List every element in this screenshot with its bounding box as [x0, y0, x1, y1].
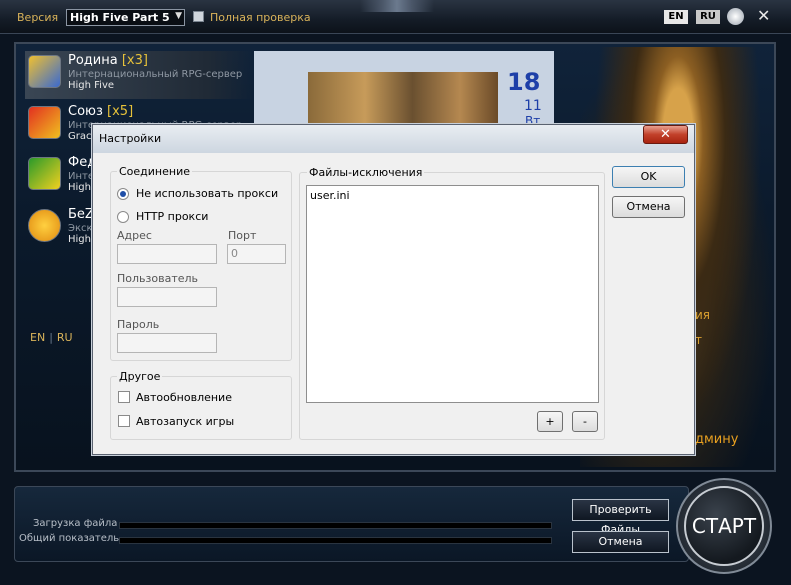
server-description: Экск [68, 223, 93, 234]
close-icon[interactable]: ✕ [757, 7, 770, 25]
news-day: 18 [507, 68, 541, 96]
dialog-close-button[interactable]: ✕ [643, 125, 688, 144]
lang-switch: EN | RU [30, 331, 73, 344]
server-version: High Five [68, 80, 115, 91]
dialog-title: Настройки [99, 132, 162, 145]
address-label: Адрес [117, 229, 152, 242]
remove-file-button[interactable]: - [572, 411, 598, 432]
side-menu-item[interactable]: т [695, 333, 702, 347]
user-label: Пользователь [117, 272, 199, 285]
add-file-button[interactable]: + [537, 411, 563, 432]
settings-icon[interactable] [727, 8, 744, 25]
autostart-label[interactable]: Автозапуск игры [136, 415, 234, 428]
http-proxy-radio[interactable] [117, 211, 129, 223]
lang-en-button[interactable]: EN [664, 10, 688, 24]
launcher-cancel-button[interactable]: Отмена [572, 531, 669, 553]
shield-icon [28, 106, 61, 139]
no-proxy-radio[interactable] [117, 188, 129, 200]
server-icon [28, 55, 61, 88]
other-group [110, 376, 292, 440]
server-version: Grac [68, 131, 92, 142]
lang-ru-link[interactable]: RU [57, 331, 73, 344]
side-menu-item[interactable]: ия [695, 308, 710, 322]
user-field[interactable] [117, 287, 217, 307]
news-image[interactable] [308, 72, 498, 129]
cancel-button[interactable]: Отмена [612, 196, 685, 218]
lang-ru-button[interactable]: RU [696, 10, 720, 24]
address-field[interactable] [117, 244, 217, 264]
list-item[interactable]: user.ini [310, 189, 350, 202]
server-description: Интернациональный RPG-сервер [68, 69, 243, 80]
no-proxy-label[interactable]: Не использовать прокси [136, 187, 278, 200]
server-name: Союз [68, 104, 103, 119]
stars-icon [28, 157, 61, 190]
server-version: High [68, 234, 91, 245]
total-progress-label: Общий показатель [19, 533, 120, 544]
start-button[interactable]: СТАРТ [684, 486, 764, 566]
version-select-value: High Five Part 5 [70, 11, 170, 24]
dialog-titlebar[interactable] [93, 125, 694, 153]
password-field[interactable] [117, 333, 217, 353]
port-field[interactable]: 0 [227, 244, 286, 264]
server-rate: [x5] [107, 104, 134, 119]
version-select[interactable]: High Five Part 5 ▼ [66, 9, 185, 26]
server-item-rodina[interactable]: Родина [x3] Интернациональный RPG-сервер… [25, 51, 253, 99]
ok-button[interactable]: OK [612, 166, 685, 188]
connection-group-title: Соединение [117, 165, 193, 178]
file-load-progress [119, 522, 552, 529]
server-description: Инте [68, 171, 94, 182]
file-load-label: Загрузка файла [33, 518, 118, 529]
port-label: Порт [228, 229, 257, 242]
autostart-checkbox[interactable] [118, 415, 130, 427]
full-check-label: Полная проверка [210, 11, 311, 24]
smiley-icon [28, 209, 61, 242]
server-name: БеZ [68, 207, 94, 222]
chevron-down-icon: ▼ [175, 11, 182, 21]
crest-ornament [360, 0, 434, 12]
excluded-files-list[interactable] [306, 185, 599, 403]
news-month: 11 [524, 98, 542, 114]
full-check-checkbox[interactable] [193, 11, 204, 22]
version-label: Версия [17, 11, 59, 24]
side-menu-item[interactable]: дмину [695, 432, 738, 447]
divider: | [49, 331, 53, 344]
server-rate: [x3] [121, 53, 148, 68]
autoupdate-label[interactable]: Автообновление [136, 391, 232, 404]
autoupdate-checkbox[interactable] [118, 391, 130, 403]
other-group-title: Другое [117, 370, 163, 383]
total-progress [119, 537, 552, 544]
server-name: Родина [68, 53, 118, 68]
check-files-button[interactable]: Проверить Файлы [572, 499, 669, 536]
lang-en-link[interactable]: EN [30, 331, 45, 344]
server-version: High [68, 182, 91, 193]
password-label: Пароль [117, 318, 160, 331]
http-proxy-label[interactable]: HTTP прокси [136, 210, 208, 223]
excluded-files-title: Файлы-исключения [307, 166, 425, 179]
